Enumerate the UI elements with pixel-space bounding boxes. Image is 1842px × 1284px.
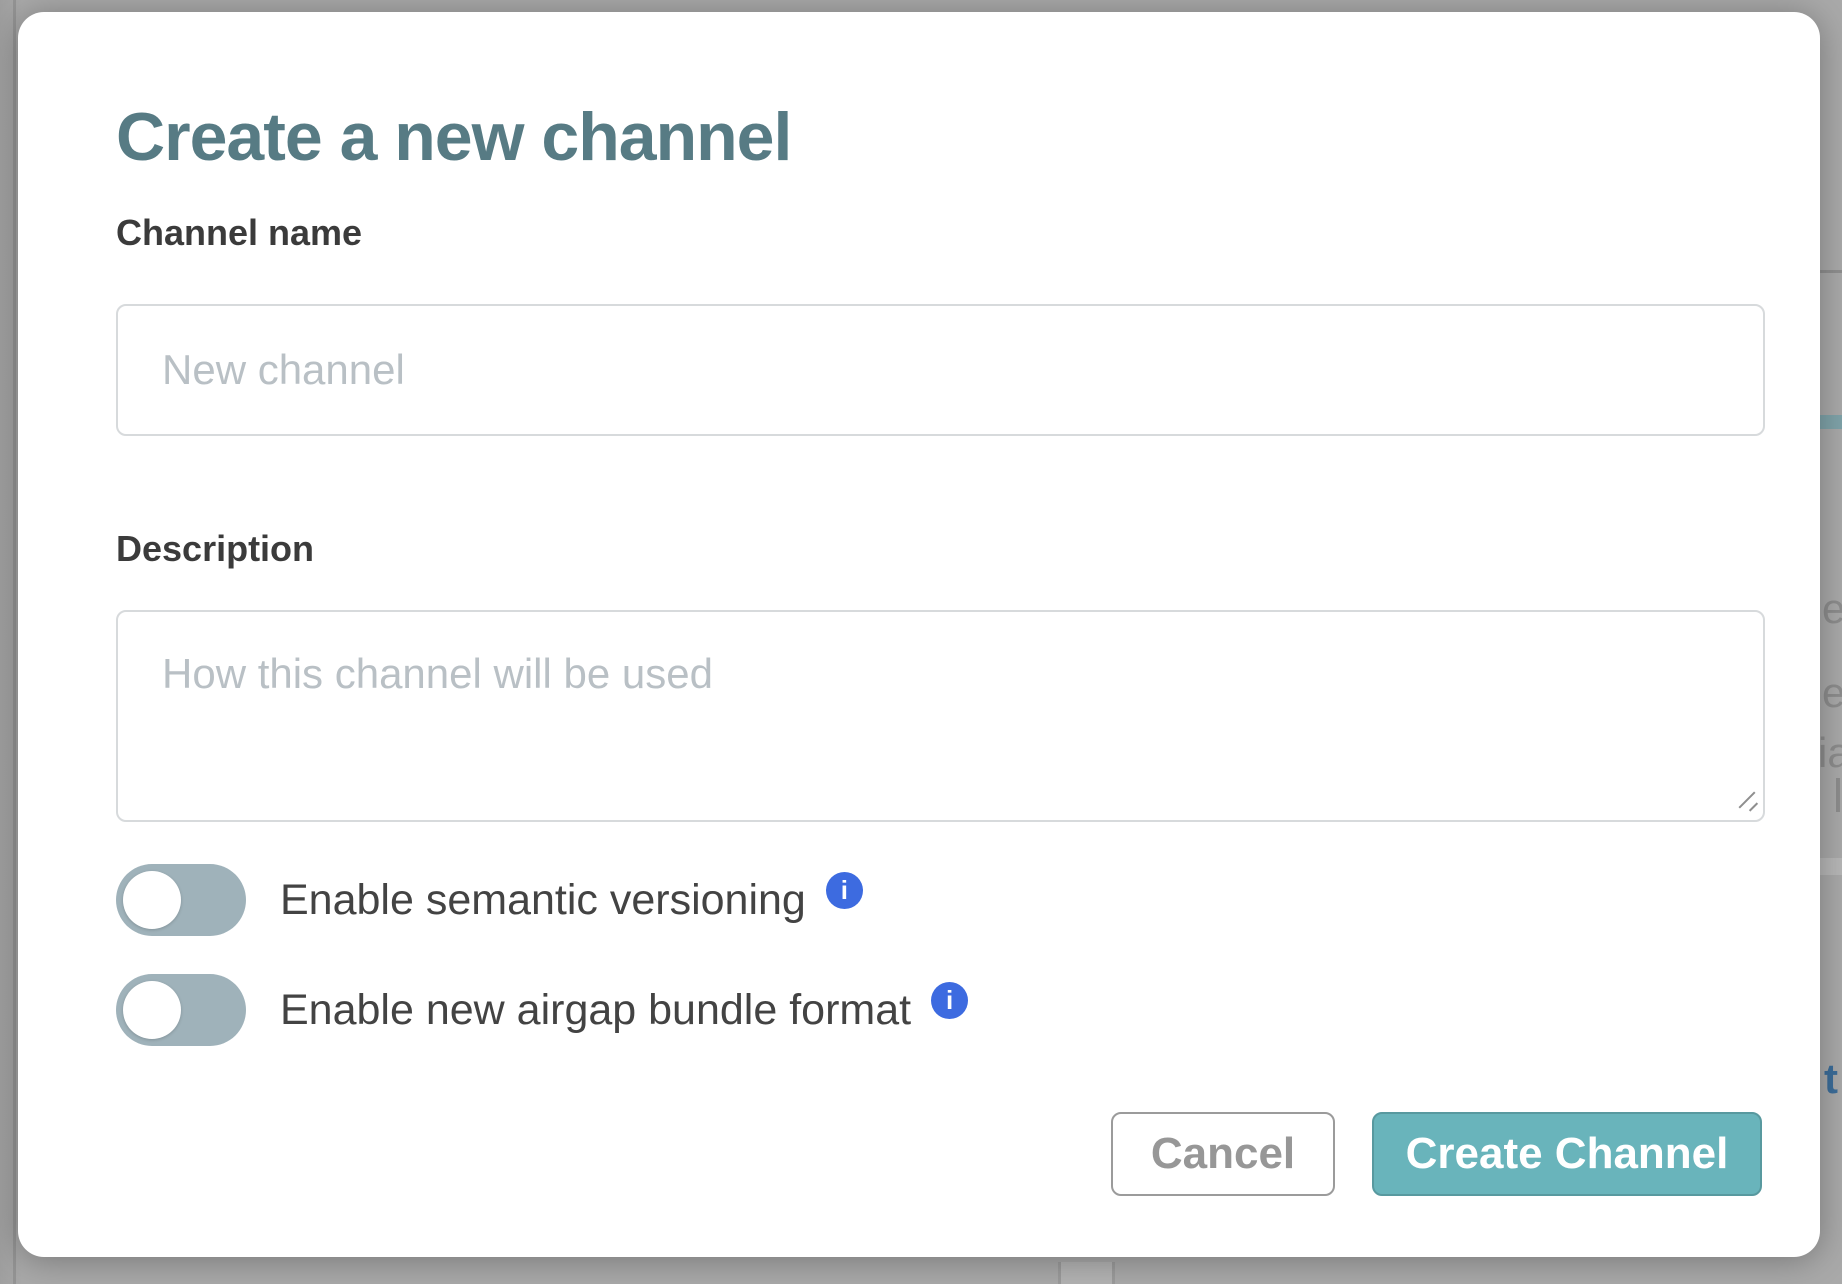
toggle-knob (123, 981, 181, 1039)
description-label: Description (116, 528, 314, 570)
textarea-resize-handle[interactable] (1730, 784, 1760, 814)
channel-name-label: Channel name (116, 212, 362, 254)
semantic-versioning-toggle[interactable] (116, 864, 246, 936)
info-icon[interactable]: i (826, 872, 863, 909)
background-teal-strip-fragment (1820, 415, 1842, 429)
description-textarea[interactable] (116, 610, 1765, 822)
semantic-versioning-row: Enable semantic versioning i (116, 864, 863, 936)
background-table-line (1112, 1262, 1115, 1284)
background-table-cell (1060, 1262, 1113, 1284)
background-text-fragment (1836, 778, 1840, 812)
background-text-fragment: e (1822, 672, 1842, 714)
background-page-edge (13, 0, 16, 1284)
background-table-line (1058, 1262, 1061, 1284)
toggle-knob (123, 871, 181, 929)
airgap-bundle-toggle[interactable] (116, 974, 246, 1046)
screen: e e ia t Create a new channel Channel na… (0, 0, 1842, 1284)
create-channel-button[interactable]: Create Channel (1372, 1112, 1762, 1196)
airgap-bundle-label: Enable new airgap bundle format (280, 986, 911, 1035)
airgap-bundle-row: Enable new airgap bundle format i (116, 974, 968, 1046)
info-icon[interactable]: i (931, 982, 968, 1019)
background-text-fragment: e (1822, 588, 1842, 630)
background-divider-fragment (1820, 270, 1842, 273)
background-link-fragment: t (1824, 1058, 1838, 1100)
modal-title: Create a new channel (116, 98, 791, 176)
channel-name-input[interactable] (116, 304, 1765, 436)
background-text-fragment: ia (1818, 732, 1842, 774)
cancel-button[interactable]: Cancel (1111, 1112, 1335, 1196)
background-row-fragment (1820, 858, 1842, 875)
semantic-versioning-label: Enable semantic versioning (280, 876, 806, 925)
create-channel-modal: Create a new channel Channel name Descri… (18, 12, 1820, 1257)
